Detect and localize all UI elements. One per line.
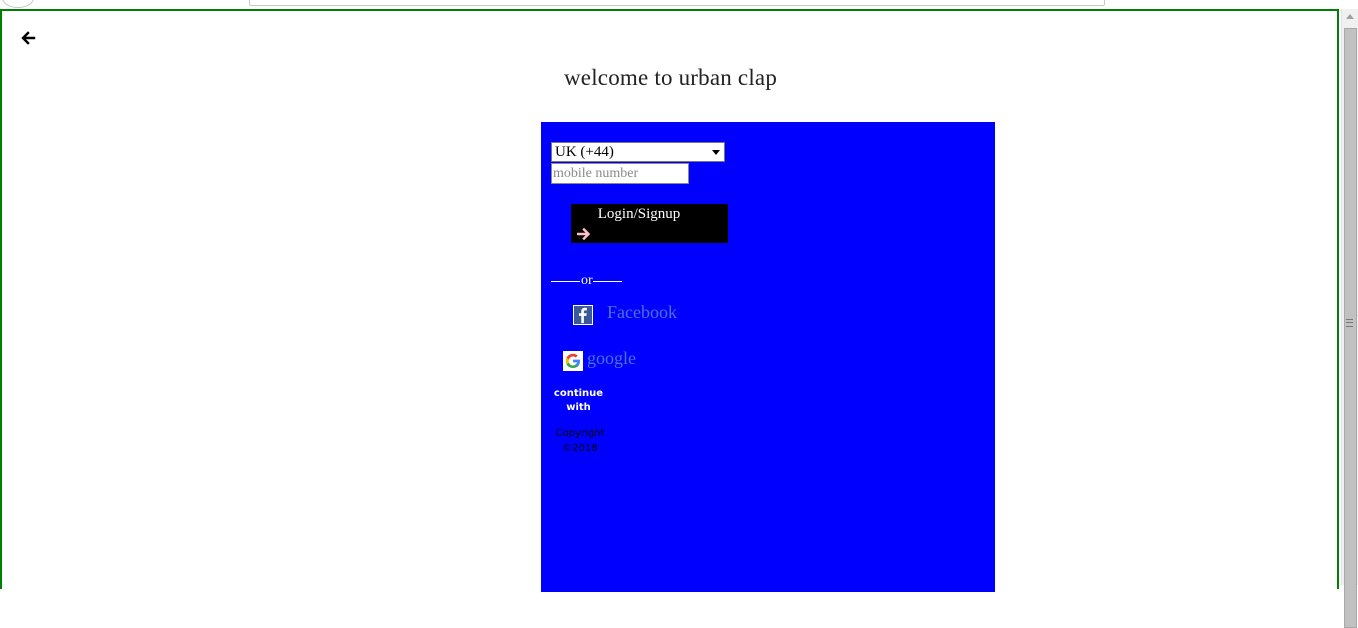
- continue-with-text: continue with: [553, 388, 604, 413]
- back-arrow-icon[interactable]: [20, 30, 36, 46]
- browser-tab-edge: [2, 0, 34, 8]
- arrow-right-icon: [577, 227, 591, 241]
- copyright-text: Copyright ©2018: [555, 428, 605, 454]
- country-code-value: UK (+44): [555, 144, 614, 160]
- facebook-login-link[interactable]: Facebook: [607, 302, 677, 323]
- scrollbar-thumb[interactable]: [1344, 28, 1357, 628]
- page-title: welcome to urban clap: [563, 65, 778, 90]
- address-bar[interactable]: [249, 0, 1105, 6]
- or-text: or: [581, 273, 593, 288]
- chevron-down-icon: [712, 150, 720, 155]
- login-signup-button[interactable]: Login/Signup: [571, 204, 728, 243]
- login-signup-label: Login/Signup: [597, 206, 681, 222]
- browser-top-strip: [0, 0, 1358, 9]
- or-divider: or: [551, 273, 631, 289]
- country-code-select[interactable]: UK (+44): [551, 142, 725, 162]
- login-panel: UK (+44) Login/Signup or Facebook google…: [541, 122, 995, 592]
- google-icon[interactable]: [563, 351, 583, 371]
- google-login-link[interactable]: google: [587, 348, 636, 369]
- divider-line-right: [593, 281, 622, 282]
- scroll-up-arrow-icon[interactable]: [1346, 14, 1354, 19]
- divider-line-left: [551, 281, 580, 282]
- mobile-number-input[interactable]: [551, 163, 689, 184]
- facebook-icon[interactable]: [573, 305, 593, 325]
- vertical-scrollbar[interactable]: [1341, 9, 1358, 628]
- scrollbar-grip-icon: [1346, 319, 1353, 327]
